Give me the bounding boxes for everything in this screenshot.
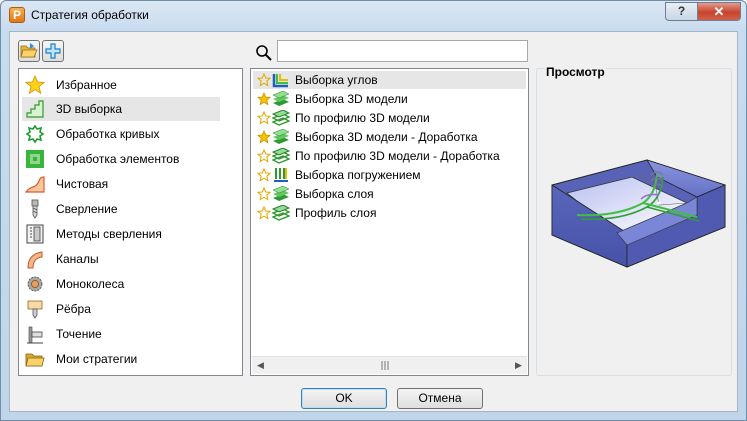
strategy-label: Выборка углов bbox=[295, 73, 378, 87]
star-outline-icon[interactable] bbox=[257, 149, 271, 163]
strategy-item-slice-profile[interactable]: Профиль слоя bbox=[253, 204, 526, 222]
strategy-list[interactable]: Выборка углов Выборка 3D модели По профи… bbox=[250, 68, 529, 376]
star-outline-icon[interactable] bbox=[257, 187, 271, 201]
ok-button[interactable]: OK bbox=[301, 388, 387, 409]
model-rest-profile-icon bbox=[272, 148, 290, 164]
curve-machining-icon bbox=[25, 124, 45, 144]
strategy-label: Профиль слоя bbox=[295, 206, 377, 220]
preview-title: Просмотр bbox=[545, 65, 606, 79]
category-label: Обработка кривых bbox=[56, 127, 160, 141]
model-area-clearance-icon bbox=[272, 91, 290, 106]
close-button[interactable]: ✕ bbox=[697, 2, 741, 21]
strategy-label: Выборка погружением bbox=[295, 168, 421, 182]
star-outline-icon[interactable] bbox=[257, 206, 271, 220]
drilling-methods-icon bbox=[26, 224, 44, 244]
slice-profile-icon bbox=[272, 205, 290, 221]
category-item-favorites[interactable]: Избранное bbox=[22, 73, 220, 97]
star-outline-icon[interactable] bbox=[257, 168, 271, 182]
strategy-item-corner-clearance[interactable]: Выборка углов bbox=[253, 71, 526, 89]
app-icon: P bbox=[9, 7, 25, 23]
category-label: Рёбра bbox=[56, 302, 91, 316]
app-icon-letter: P bbox=[13, 8, 22, 22]
strategy-item-slice-area-clearance[interactable]: Выборка слоя bbox=[253, 185, 526, 203]
slice-area-clearance-icon bbox=[272, 186, 290, 201]
scroll-right-arrow-icon[interactable]: ▶ bbox=[510, 357, 527, 374]
category-label: Мои стратегии bbox=[56, 352, 138, 366]
star-filled-icon[interactable] bbox=[257, 130, 271, 144]
category-item-my-strategies[interactable]: Мои стратегии bbox=[22, 347, 220, 371]
horizontal-scrollbar[interactable]: ◀ ▶ bbox=[252, 356, 527, 374]
strategy-label: Выборка 3D модели - Доработка bbox=[295, 130, 478, 144]
scroll-thumb-grip-icon[interactable] bbox=[380, 361, 390, 370]
title-bar[interactable]: P Стратегия обработки ? ✕ bbox=[1, 1, 746, 31]
strategy-label: По профилю 3D модели - Доработка bbox=[295, 149, 500, 163]
finishing-icon bbox=[25, 176, 45, 193]
category-item-curve-machining[interactable]: Обработка кривых bbox=[22, 122, 220, 146]
category-label: Моноколеса bbox=[56, 277, 125, 291]
ports-icon bbox=[27, 251, 43, 269]
category-label: Сверление bbox=[56, 202, 118, 216]
strategy-label: Выборка 3D модели bbox=[295, 92, 408, 106]
category-item-feature-machining[interactable]: Обработка элементов bbox=[22, 147, 220, 171]
scroll-left-arrow-icon[interactable]: ◀ bbox=[252, 357, 269, 374]
strategy-preview-image bbox=[551, 159, 727, 268]
strategy-label: Выборка слоя bbox=[295, 187, 374, 201]
category-label: Избранное bbox=[56, 78, 117, 92]
category-label: 3D выборка bbox=[56, 102, 123, 116]
strategy-item-model-profile[interactable]: По профилю 3D модели bbox=[253, 109, 526, 127]
category-item-turning[interactable]: Точение bbox=[22, 322, 220, 346]
strategy-label: По профилю 3D модели bbox=[295, 111, 430, 125]
category-list[interactable]: Избранное 3D выборка Обработка кривых Об… bbox=[18, 68, 243, 376]
blisk-icon bbox=[27, 276, 43, 292]
strategy-item-model-rest-profile[interactable]: По профилю 3D модели - Доработка bbox=[253, 147, 526, 165]
search-input[interactable] bbox=[277, 40, 528, 62]
star-filled-icon[interactable] bbox=[257, 92, 271, 106]
turning-icon bbox=[27, 326, 43, 344]
dialog-window: P Стратегия обработки ? ✕ Избранное 3D в… bbox=[0, 0, 747, 421]
strategy-item-model-area-clearance[interactable]: Выборка 3D модели bbox=[253, 90, 526, 108]
category-label: Методы сверления bbox=[56, 227, 162, 241]
feature-machining-icon bbox=[26, 150, 44, 168]
category-item-ports[interactable]: Каналы bbox=[22, 247, 220, 271]
folder-icon bbox=[25, 353, 45, 367]
category-item-drilling[interactable]: Сверление bbox=[22, 197, 220, 221]
3d-roughing-icon bbox=[26, 100, 44, 118]
category-item-blisks[interactable]: Моноколеса bbox=[22, 272, 220, 296]
ribs-icon bbox=[27, 300, 43, 319]
search-icon bbox=[256, 45, 272, 61]
strategy-item-model-rest-area-clearance[interactable]: Выборка 3D модели - Доработка bbox=[253, 128, 526, 146]
category-item-finishing[interactable]: Чистовая bbox=[22, 172, 220, 196]
drilling-icon bbox=[31, 199, 39, 219]
add-icon bbox=[45, 43, 61, 59]
add-strategy-button[interactable] bbox=[42, 40, 64, 62]
category-label: Чистовая bbox=[56, 177, 109, 191]
model-profile-icon bbox=[272, 110, 290, 126]
cancel-button[interactable]: Отмена bbox=[397, 388, 483, 409]
open-strategy-button[interactable] bbox=[18, 40, 40, 62]
star-outline-icon[interactable] bbox=[257, 111, 271, 125]
category-label: Обработка элементов bbox=[56, 152, 180, 166]
plunge-milling-icon bbox=[274, 168, 288, 182]
model-rest-area-clearance-icon bbox=[272, 129, 290, 144]
category-label: Точение bbox=[56, 327, 102, 341]
category-item-ribs[interactable]: Рёбра bbox=[22, 297, 220, 321]
category-item-drilling-methods[interactable]: Методы сверления bbox=[22, 222, 220, 246]
help-button[interactable]: ? bbox=[665, 2, 698, 21]
corner-clearance-icon bbox=[272, 74, 288, 88]
star-icon bbox=[25, 75, 45, 95]
category-item-3d-roughing[interactable]: 3D выборка bbox=[22, 97, 220, 121]
category-label: Каналы bbox=[56, 252, 99, 266]
folder-open-icon bbox=[20, 43, 38, 58]
window-title: Стратегия обработки bbox=[31, 8, 149, 22]
star-outline-icon[interactable] bbox=[257, 73, 271, 87]
strategy-item-plunge-milling[interactable]: Выборка погружением bbox=[253, 166, 526, 184]
dialog-body: Избранное 3D выборка Обработка кривых Об… bbox=[9, 31, 738, 412]
preview-group: Просмотр bbox=[536, 65, 732, 376]
